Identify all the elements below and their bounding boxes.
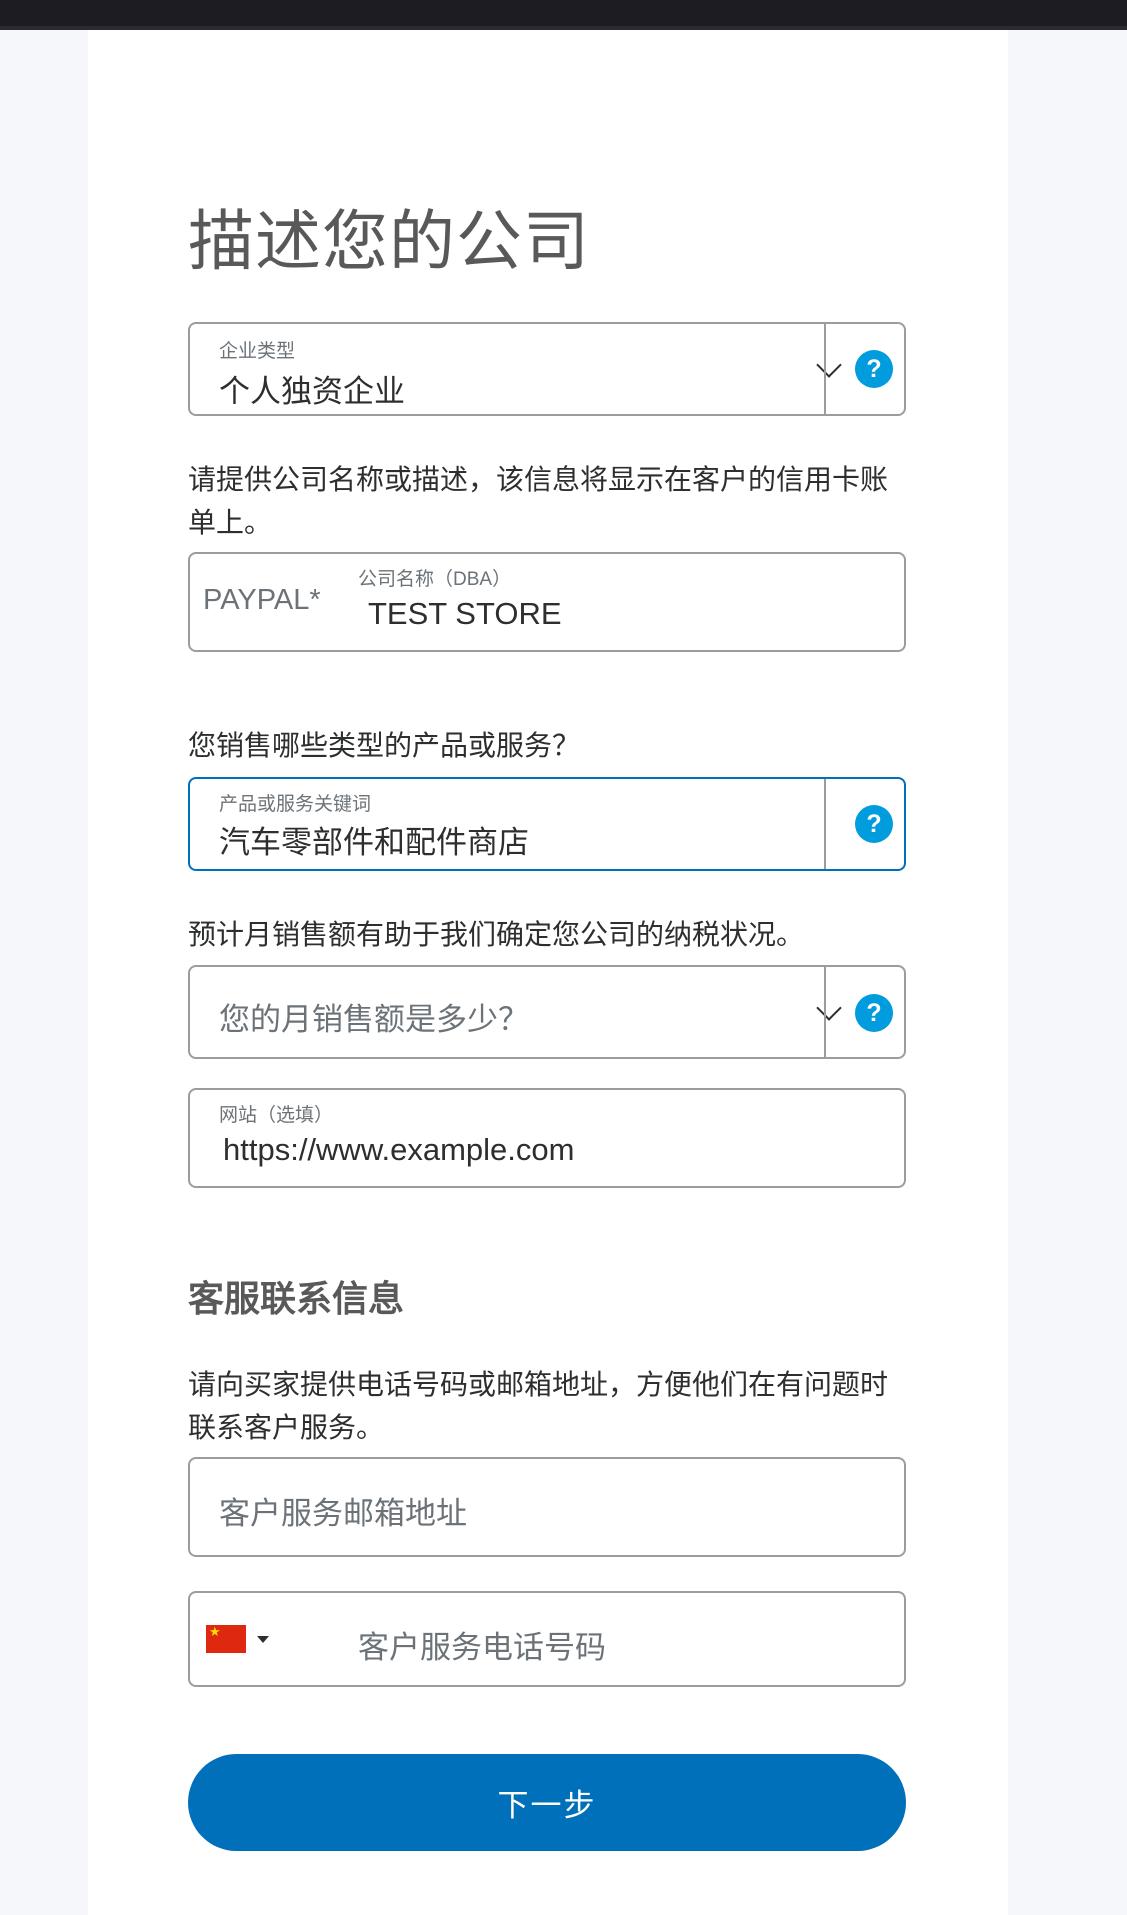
monthly-sales-select[interactable]: 您的月销售额是多少？ ? [188,965,906,1059]
sales-hint: 预计月销售额有助于我们确定您公司的纳税状况。 [188,919,805,950]
next-button[interactable]: 下一步 [188,1754,906,1851]
cs-phone-field[interactable]: ★ 客户服务电话号码 [188,1591,906,1687]
help-icon[interactable]: ? [855,350,893,388]
business-type-value: 个人独资企业 [219,374,405,409]
flag-star-icon: ★ [209,1624,221,1639]
chevron-down-icon [816,352,842,378]
website-field[interactable]: 网站（选填） https://www.example.com [188,1088,906,1188]
page-title: 描述您的公司 [188,204,590,278]
website-input[interactable]: https://www.example.com [223,1132,574,1168]
browser-top-bar [0,0,1127,30]
cs-email-placeholder: 客户服务邮箱地址 [219,1496,467,1531]
customer-service-hint: 请向买家提供电话号码或邮箱地址，方便他们在有问题时联系客户服务。 [188,1369,889,1443]
monthly-sales-placeholder: 您的月销售额是多少？ [219,1002,529,1037]
website-label: 网站（选填） [219,1105,334,1126]
products-label: 产品或服务关键词 [219,794,372,815]
field-divider [824,324,826,414]
form-card: 描述您的公司 企业类型 个人独资企业 ? 请提供公司名称或描述，该信息将显示在客… [88,30,1008,1915]
products-input[interactable]: 汽车零部件和配件商店 [219,817,529,862]
caret-down-icon[interactable] [257,1636,269,1643]
field-divider [824,967,826,1057]
help-icon[interactable]: ? [855,805,893,843]
business-type-label: 企业类型 [219,341,296,362]
customer-service-title: 客服联系信息 [188,1278,405,1319]
help-icon[interactable]: ? [855,994,893,1032]
products-question: 您销售哪些类型的产品或服务？ [188,730,581,761]
dba-field[interactable]: PAYPAL* 公司名称（DBA） TEST STORE [188,552,906,652]
dba-label: 公司名称（DBA） [358,569,512,590]
cs-email-field[interactable]: 客户服务邮箱地址 [188,1457,906,1557]
business-name-hint: 请提供公司名称或描述，该信息将显示在客户的信用卡账单上。 [188,464,889,538]
china-flag-icon[interactable]: ★ [206,1625,246,1653]
cs-phone-placeholder: 客户服务电话号码 [358,1630,606,1665]
chevron-down-icon [816,995,842,1021]
products-keyword-field[interactable]: 产品或服务关键词 汽车零部件和配件商店 ? [188,777,906,871]
business-type-select[interactable]: 企业类型 个人独资企业 ? [188,322,906,416]
field-divider [824,779,826,869]
dba-prefix: PAYPAL* [203,584,321,616]
dba-input[interactable]: TEST STORE [368,596,562,632]
